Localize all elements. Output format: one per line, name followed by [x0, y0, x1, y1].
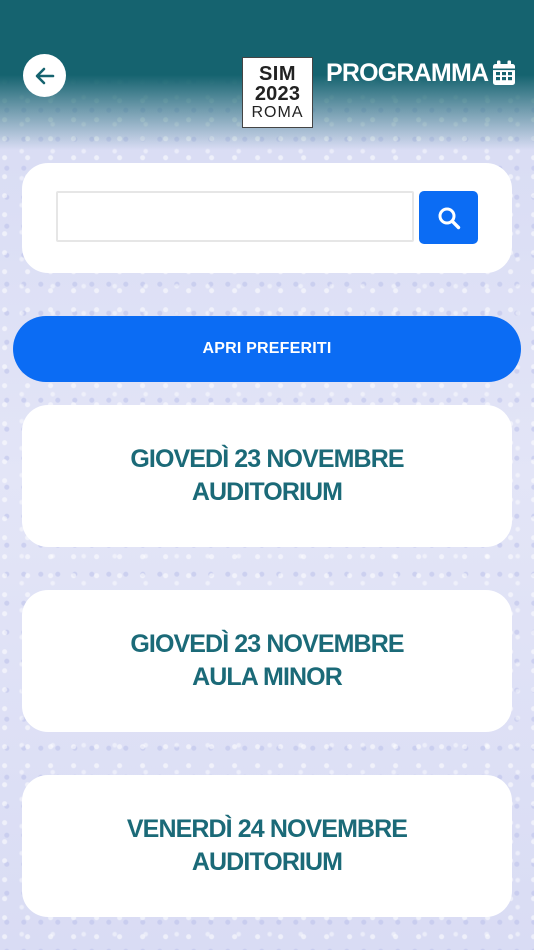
calendar-icon[interactable]	[492, 60, 516, 86]
sim-2023-roma-logo: SIM 2023 ROMA	[242, 57, 313, 128]
day-card-date: VENERDÌ 24 NOVEMBRE	[126, 815, 408, 843]
day-card-date: GIOVEDÌ 23 NOVEMBRE	[130, 445, 404, 473]
logo-line-2: 2023	[254, 83, 301, 105]
day-card-thursday-aula-minor[interactable]: GIOVEDÌ 23 NOVEMBRE AULA MINOR	[22, 590, 512, 732]
search-button[interactable]	[419, 191, 478, 244]
search-input[interactable]	[56, 191, 414, 242]
day-card-date: GIOVEDÌ 23 NOVEMBRE	[130, 630, 404, 658]
day-card-room: AUDITORIUM	[191, 478, 343, 506]
day-card-thursday-auditorium[interactable]: GIOVEDÌ 23 NOVEMBRE AUDITORIUM	[22, 405, 512, 547]
day-card-friday-auditorium[interactable]: VENERDÌ 24 NOVEMBRE AUDITORIUM	[22, 775, 512, 917]
logo-line-3: ROMA	[251, 104, 304, 121]
page-title-text: PROGRAMMA	[326, 58, 489, 87]
search-card	[22, 163, 512, 273]
page-title: PROGRAMMA	[326, 58, 516, 88]
back-button[interactable]	[23, 54, 66, 97]
day-card-room: AUDITORIUM	[191, 848, 343, 876]
arrow-left-icon	[35, 67, 54, 84]
day-card-room: AULA MINOR	[192, 663, 343, 691]
search-icon	[438, 207, 460, 229]
open-favorites-button[interactable]: APRI PREFERITI	[13, 316, 521, 382]
logo-line-1: SIM	[258, 63, 297, 85]
